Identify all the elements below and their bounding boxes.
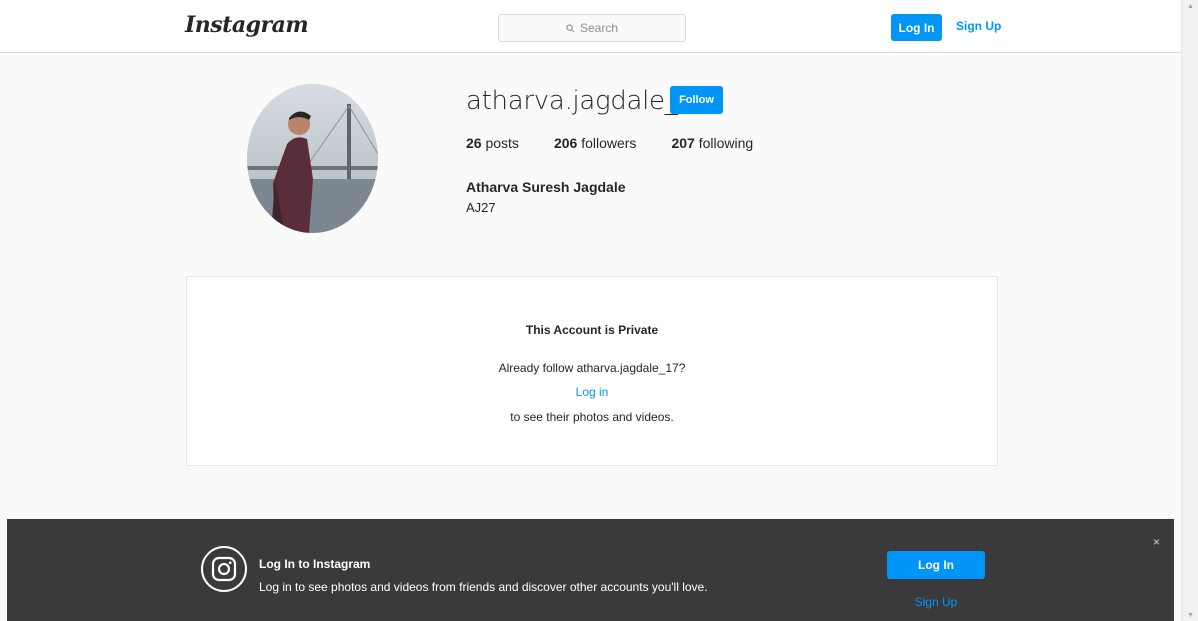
profile-bio: AJ27 bbox=[466, 200, 496, 215]
close-icon[interactable]: × bbox=[1153, 535, 1160, 549]
signup-link[interactable]: Sign Up bbox=[956, 19, 1001, 33]
private-title: This Account is Private bbox=[525, 323, 659, 337]
followers-count[interactable]: 206 followers bbox=[554, 135, 637, 151]
posts-count: 26 posts bbox=[466, 135, 519, 151]
posts-number: 26 bbox=[466, 135, 482, 151]
followers-number: 206 bbox=[553, 135, 578, 151]
follow-button[interactable]: Follow bbox=[670, 86, 723, 114]
private-login-link[interactable]: Log in bbox=[187, 385, 997, 399]
private-message-continued: to see their photos and videos. bbox=[510, 410, 674, 424]
following-number: 207 bbox=[671, 135, 695, 151]
scroll-up-arrow-icon[interactable]: ▲ bbox=[1187, 3, 1194, 10]
posts-label: posts bbox=[485, 135, 519, 151]
banner-signup-link[interactable]: Sign Up bbox=[887, 595, 985, 609]
banner-description: Log in to see photos and videos from fri… bbox=[259, 580, 708, 594]
following-count[interactable]: 207 following bbox=[671, 135, 753, 151]
login-prompt-banner: Log In to Instagram Log in to see photos… bbox=[7, 519, 1174, 621]
instagram-icon bbox=[201, 546, 247, 592]
search-icon bbox=[566, 23, 575, 32]
login-button[interactable]: Log In bbox=[891, 14, 942, 41]
avatar-photo bbox=[247, 84, 378, 233]
top-navigation-bar: Instagram Search Log In Sign Up bbox=[0, 0, 1181, 53]
profile-full-name: Atharva Suresh Jagdale bbox=[466, 179, 626, 195]
banner-login-button[interactable]: Log In bbox=[887, 551, 985, 579]
scroll-down-arrow-icon[interactable]: ▼ bbox=[1187, 612, 1194, 619]
private-message: Already follow atharva.jagdale_17? bbox=[498, 361, 686, 375]
following-label: following bbox=[698, 135, 754, 151]
banner-title: Log In to Instagram bbox=[259, 557, 371, 571]
private-account-notice: This Account is Private Already follow a… bbox=[186, 276, 998, 466]
search-placeholder: Search bbox=[579, 21, 619, 35]
instagram-logo[interactable]: Instagram bbox=[185, 12, 309, 38]
search-input[interactable]: Search bbox=[498, 14, 686, 42]
vertical-scrollbar[interactable]: ▲ ▼ bbox=[1181, 0, 1198, 621]
profile-stats: 26 posts 206 followers 207 following bbox=[466, 135, 788, 151]
profile-avatar bbox=[247, 84, 378, 233]
followers-label: followers bbox=[581, 135, 637, 151]
